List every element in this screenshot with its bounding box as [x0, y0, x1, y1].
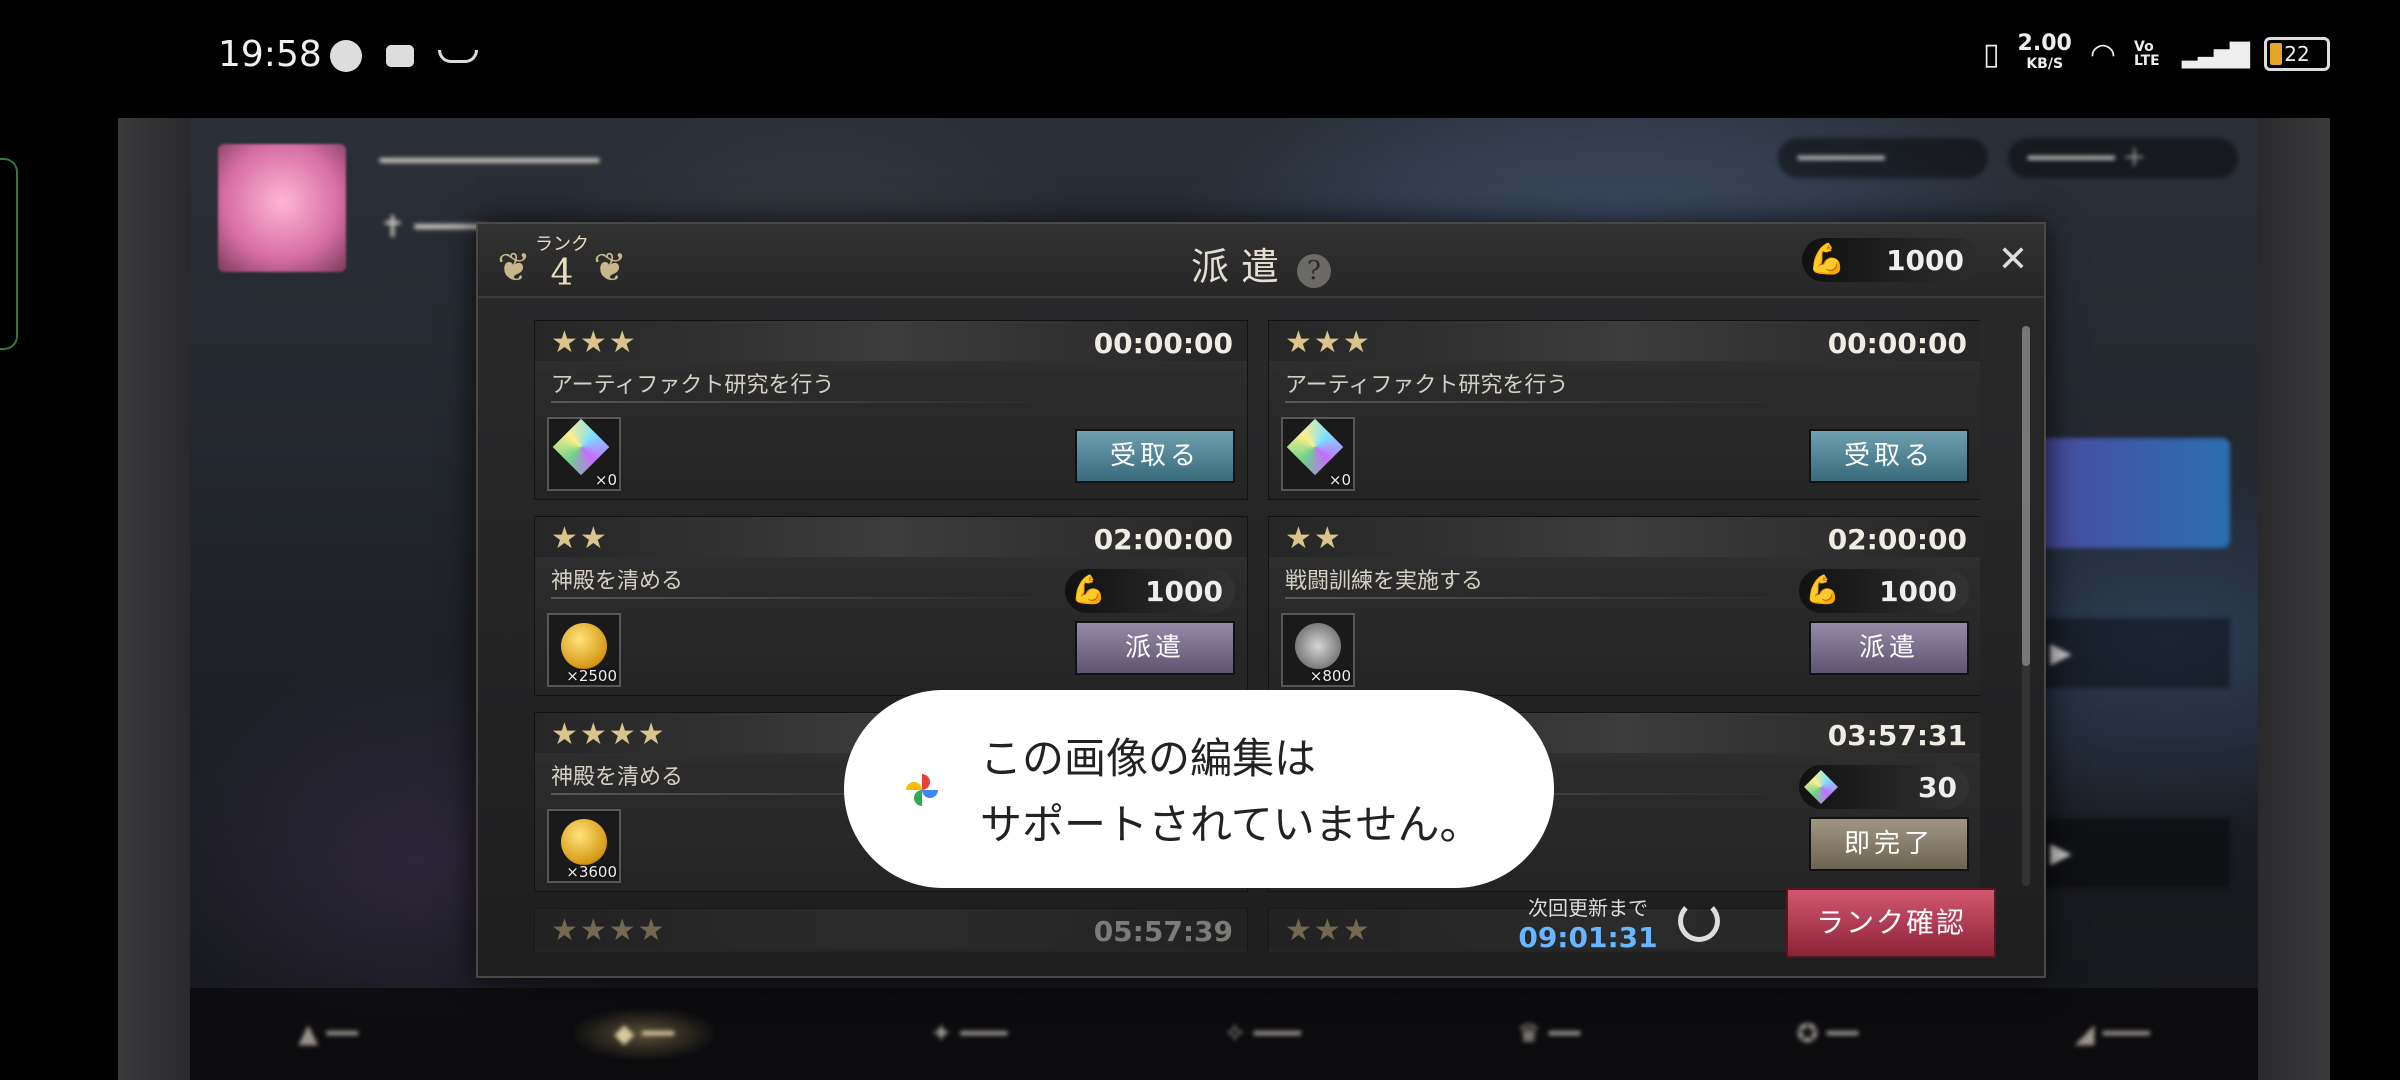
toast-text: この画像の編集は サポートされていません。	[980, 726, 1481, 858]
coin-icon	[561, 623, 607, 669]
baseball-icon	[330, 40, 362, 72]
star-rating: ★★★	[551, 325, 638, 360]
instant-complete-button[interactable]: 即完了	[1809, 817, 1969, 871]
resource-bar-1: ━━━━━━	[1778, 138, 1988, 178]
dialog-header: ❦ ランク 4 ❦ 派遣? 💪 1000 ✕	[478, 224, 2044, 298]
mission-card: ★★★★ 05:57:39	[534, 908, 1248, 952]
receive-button[interactable]: 受取る	[1075, 429, 1235, 483]
edge-panel-handle[interactable]	[0, 158, 18, 350]
receive-button[interactable]: 受取る	[1809, 429, 1969, 483]
notification-icons	[330, 40, 478, 72]
mission-name: 神殿を清める	[551, 569, 684, 594]
coin-icon	[561, 819, 607, 865]
toast-line-1: この画像の編集は	[980, 734, 1317, 783]
star-rating: ★★★	[1285, 325, 1372, 360]
nav-item-active[interactable]: ◆ ━━	[574, 1009, 714, 1059]
player-power: ✝ ━━━━	[380, 210, 487, 245]
nav-item[interactable]: ✧ ━━━	[1224, 1019, 1301, 1049]
star-rating: ★★★	[1285, 913, 1372, 948]
mission-card: ★★ 02:00:00 戦闘訓練を実施する 💪 1000 ×800 派遣	[1268, 516, 1980, 696]
mission-time: 02:00:00	[1093, 523, 1233, 556]
gem-icon	[552, 418, 610, 476]
arm-icon: 💪	[1805, 573, 1840, 606]
toast-message: この画像の編集は サポートされていません。	[844, 690, 1554, 888]
frame-left	[118, 118, 190, 1080]
reward-item[interactable]: ×3600	[547, 809, 621, 883]
mission-card: ★★ 02:00:00 神殿を清める 💪 1000 ×2500 派遣	[534, 516, 1248, 696]
toast-line-2: サポートされていません。	[980, 800, 1482, 849]
mission-time: 03:57:31	[1827, 719, 1967, 752]
nav-item[interactable]: ✦ ━━━	[930, 1019, 1007, 1049]
medal-icon	[1295, 623, 1341, 669]
bottom-nav: ▲ ━━ ◆ ━━ ✦ ━━━ ✧ ━━━ ♛ ━━ ✪ ━━ ◢ ━━━	[190, 988, 2258, 1080]
mission-card: ★★★ 00:00:00 アーティファクト研究を行う ×0 受取る	[534, 320, 1248, 500]
wifi-icon: ◠	[2089, 36, 2117, 72]
dispatch-button[interactable]: 派遣	[1075, 621, 1235, 675]
reward-item[interactable]: ×800	[1281, 613, 1355, 687]
star-rating: ★★★★	[551, 913, 667, 948]
stamina-cost: 💪 1000	[1799, 569, 1969, 613]
gem-icon	[1804, 770, 1838, 804]
resource-bar-2: ━━━━━━ ＋	[2008, 138, 2238, 178]
refresh-timer: 次回更新まで 09:01:31	[1518, 892, 1658, 954]
scroll-thumb[interactable]	[2022, 326, 2030, 666]
reward-item[interactable]: ×2500	[547, 613, 621, 687]
divider	[551, 597, 1061, 599]
mission-name: アーティファクト研究を行う	[551, 373, 835, 398]
system-icons: ▯ 2.00 KB/S ◠ Vo LTE ▂▃▅▇ 22	[1983, 31, 2330, 74]
rank-check-button[interactable]: ランク確認	[1786, 888, 1996, 958]
vibrate-icon: ▯	[1983, 36, 2000, 72]
mission-time: 00:00:00	[1827, 327, 1967, 360]
stamina-display: 💪 1000	[1802, 238, 1980, 282]
star-rating: ★★	[551, 521, 609, 556]
gem-icon	[1286, 418, 1344, 476]
reward-item[interactable]: ×0	[547, 417, 621, 491]
divider	[1285, 597, 1795, 599]
nfc-icon	[386, 45, 414, 67]
reward-item[interactable]: ×0	[1281, 417, 1355, 491]
arm-icon: 💪	[1808, 242, 1846, 277]
refresh-time: 09:01:31	[1518, 921, 1658, 954]
google-photos-icon	[906, 774, 938, 806]
close-button[interactable]: ✕	[1998, 242, 2028, 278]
dispatch-button[interactable]: 派遣	[1809, 621, 1969, 675]
mission-time: 00:00:00	[1093, 327, 1233, 360]
player-avatar[interactable]	[218, 144, 346, 272]
mission-name: アーティファクト研究を行う	[1285, 373, 1569, 398]
mission-card: ★★★ 00:00:00 アーティファクト研究を行う ×0 受取る	[1268, 320, 1980, 500]
star-rating: ★★★★	[551, 717, 667, 752]
nav-item[interactable]: ♛ ━━	[1517, 1019, 1580, 1049]
help-icon[interactable]: ?	[1297, 253, 1331, 288]
signal-icon: ▂▃▅▇	[2182, 39, 2250, 69]
player-info: ━━━━━━━━━━━━━	[380, 144, 600, 177]
status-bar: 19:58 ▯ 2.00 KB/S ◠ Vo LTE ▂▃▅▇ 22	[0, 0, 2400, 118]
battery-icon: 22	[2264, 37, 2330, 71]
nav-item[interactable]: ◢ ━━━	[2074, 1019, 2149, 1049]
network-speed: 2.00 KB/S	[2017, 31, 2072, 73]
divider	[551, 401, 1061, 403]
gem-cost: 30	[1799, 765, 1969, 809]
mission-name: 戦闘訓練を実施する	[1285, 569, 1484, 594]
mission-time: 05:57:39	[1093, 915, 1233, 948]
frame-right	[2258, 118, 2330, 1080]
scrollbar[interactable]	[2022, 326, 2030, 886]
stamina-cost: 💪 1000	[1065, 569, 1235, 613]
network-type: Vo LTE	[2134, 39, 2160, 69]
nav-item[interactable]: ▲ ━━	[298, 1019, 358, 1049]
nav-item[interactable]: ✪ ━━	[1797, 1019, 1858, 1049]
clock: 19:58	[218, 34, 322, 75]
divider	[1285, 401, 1795, 403]
refresh-label: 次回更新まで	[1528, 896, 1648, 920]
stamina-value: 1000	[1886, 244, 1964, 277]
amazon-icon	[438, 49, 478, 63]
mission-time: 02:00:00	[1827, 523, 1967, 556]
refresh-icon[interactable]	[1678, 900, 1720, 942]
arm-icon: 💪	[1071, 573, 1106, 606]
mission-name: 神殿を清める	[551, 765, 684, 790]
star-rating: ★★	[1285, 521, 1343, 556]
